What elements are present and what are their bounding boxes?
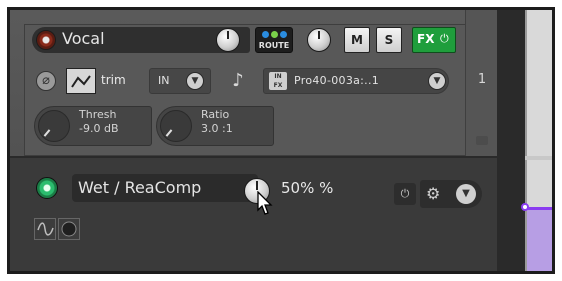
ratio-knob[interactable] <box>160 110 192 142</box>
power-icon[interactable]: ⏻ <box>440 32 449 46</box>
fx-label: FX <box>417 32 435 46</box>
folder-grip-icon[interactable] <box>476 136 488 145</box>
phase-invert-icon[interactable]: ⌀ <box>36 71 56 91</box>
envelope-point[interactable] <box>521 203 529 211</box>
mod-knob-icon <box>61 221 77 237</box>
trim-label[interactable]: trim <box>101 73 126 87</box>
param-label: Ratio <box>201 108 230 121</box>
envelope-button[interactable] <box>66 68 96 94</box>
param-value: -9.0 dB <box>79 122 119 135</box>
envelope-line <box>525 207 552 210</box>
route-button[interactable]: ROUTE <box>255 27 293 53</box>
chevron-down-icon[interactable]: ▼ <box>186 72 204 90</box>
thresh-knob[interactable] <box>38 110 70 142</box>
route-icon <box>262 31 287 38</box>
param-thresh[interactable]: Thresh -9.0 dB <box>34 106 152 146</box>
mute-button[interactable]: M <box>344 27 370 53</box>
track-number: 1 <box>477 72 487 87</box>
in-fx-icon: IN FX <box>269 72 287 90</box>
lane-power-icon[interactable]: ⏻ <box>394 183 416 205</box>
lane-separator <box>10 156 497 158</box>
input-select[interactable]: IN ▼ <box>149 68 211 94</box>
input-monitor-icon[interactable]: ♪ <box>225 68 251 94</box>
lane-mod-button[interactable] <box>58 218 80 240</box>
envelope-icon <box>71 75 91 88</box>
record-arm-button[interactable] <box>36 30 56 50</box>
envelope-lane-fill <box>527 210 552 271</box>
param-value: 3.0 :1 <box>201 122 233 135</box>
fx-chain-select[interactable]: IN FX Pro40-003a:..1 ▼ <box>263 68 449 94</box>
lane-shape-button[interactable] <box>34 218 56 240</box>
chevron-down-icon[interactable]: ▼ <box>456 184 476 204</box>
track-number-column: 1 <box>465 10 498 156</box>
lane-settings-select[interactable]: ⚙ ▼ <box>420 180 482 208</box>
param-ratio[interactable]: Ratio 3.0 :1 <box>156 106 274 146</box>
lane-value: 50% % <box>281 179 334 197</box>
sine-icon <box>37 222 54 236</box>
pan-knob[interactable] <box>307 28 331 52</box>
chevron-down-icon[interactable]: ▼ <box>428 72 446 90</box>
track-divider <box>525 156 552 160</box>
fx-chain-label: Pro40-003a:..1 <box>294 74 380 87</box>
reaper-track-panel: Vocal ROUTE M S FX ⏻ ⌀ trim IN ▼ ♪ IN FX… <box>7 7 555 274</box>
param-label: Thresh <box>79 108 117 121</box>
fx-button[interactable]: FX ⏻ <box>412 27 456 53</box>
route-label: ROUTE <box>258 41 290 50</box>
divider-column <box>497 10 525 271</box>
lane-label: Wet / ReaComp <box>78 178 202 197</box>
volume-knob[interactable] <box>216 28 240 52</box>
input-label: IN <box>158 74 170 87</box>
solo-button[interactable]: S <box>376 27 402 53</box>
mouse-cursor-icon <box>257 190 275 221</box>
in-fx-label: IN FX <box>273 73 283 89</box>
arrange-view[interactable] <box>521 10 552 271</box>
lane-active-icon[interactable] <box>36 177 58 199</box>
gear-icon[interactable]: ⚙ <box>426 184 440 203</box>
track-name[interactable]: Vocal <box>62 29 105 48</box>
